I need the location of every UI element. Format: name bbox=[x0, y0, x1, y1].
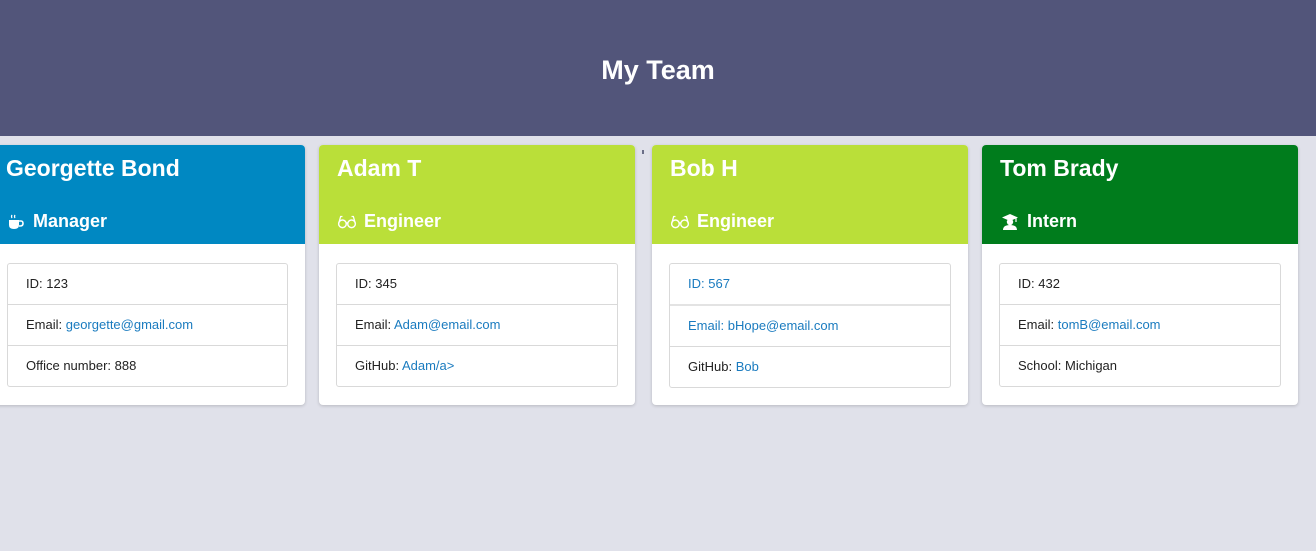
github-row: GitHub: Adam/a> bbox=[337, 346, 617, 386]
email-row: Email: georgette@gmail.com bbox=[8, 305, 287, 346]
employee-card-engineer: Bob H Engineer ID: 567 Email: bHope@emai… bbox=[652, 145, 968, 405]
email-link[interactable]: Adam@email.com bbox=[394, 317, 500, 332]
employee-role: Intern bbox=[1000, 211, 1077, 232]
id-row: ID: 567 bbox=[670, 264, 950, 306]
office-number-row: Office number: 888 bbox=[8, 346, 287, 386]
page-header: My Team bbox=[0, 0, 1316, 136]
employee-card-intern: Tom Brady Intern ID: 432 Email: tomB@ema… bbox=[982, 145, 1298, 405]
card-header: Adam T Engineer bbox=[319, 145, 635, 244]
role-label: Intern bbox=[1027, 211, 1078, 231]
employee-role: Engineer bbox=[670, 211, 774, 232]
info-list: ID: 345 Email: Adam@email.com GitHub: Ad… bbox=[336, 263, 618, 387]
email-link[interactable]: tomB@email.com bbox=[1058, 317, 1161, 332]
email-link[interactable]: bHope@email.com bbox=[728, 318, 839, 333]
role-label: Engineer bbox=[364, 211, 442, 231]
github-row: GitHub: Bob bbox=[670, 347, 950, 387]
email-link[interactable]: georgette@gmail.com bbox=[66, 317, 193, 332]
card-header: Georgette Bond Manager bbox=[0, 145, 305, 244]
info-list: ID: 432 Email: tomB@email.com School: Mi… bbox=[999, 263, 1281, 387]
id-row: ID: 432 bbox=[1000, 264, 1280, 305]
info-list: ID: 567 Email: bHope@email.com GitHub: B… bbox=[669, 263, 951, 388]
card-header: Bob H Engineer bbox=[652, 145, 968, 244]
email-row: Email: bHope@email.com bbox=[670, 306, 950, 347]
employee-role: Manager bbox=[6, 211, 107, 232]
github-link[interactable]: Adam/a> bbox=[402, 358, 454, 373]
employee-role: Engineer bbox=[337, 211, 441, 232]
id-label: ID: bbox=[1018, 276, 1039, 291]
school-value: Michigan bbox=[1064, 358, 1118, 373]
employee-name: Bob H bbox=[670, 155, 738, 181]
id-row: ID: 345 bbox=[337, 264, 617, 305]
github-label: GitHub: bbox=[688, 359, 736, 374]
employee-card-engineer: Adam T Engineer ID: 345 Email: Adam@emai… bbox=[319, 145, 635, 405]
email-label: Email: bbox=[26, 317, 66, 332]
role-label: Manager bbox=[33, 211, 108, 231]
role-label: Engineer bbox=[697, 211, 775, 231]
email-row: Email: tomB@email.com bbox=[1000, 305, 1280, 346]
email-row: Email: Adam@email.com bbox=[337, 305, 617, 346]
id-row: ID: 123 bbox=[8, 264, 287, 305]
id-value: 345 bbox=[375, 276, 397, 291]
id-value: 123 bbox=[46, 276, 68, 291]
id-value: 567 bbox=[708, 276, 730, 291]
coffee-cup-icon bbox=[6, 213, 26, 231]
school-row: School: Michigan bbox=[1000, 346, 1280, 386]
card-header: Tom Brady Intern bbox=[982, 145, 1298, 244]
id-label: ID: bbox=[26, 276, 47, 291]
office-number-value: 888 bbox=[114, 358, 137, 373]
employee-card-manager: Georgette Bond Manager ID: 123 Email: ge… bbox=[0, 145, 305, 405]
id-label: ID: bbox=[355, 276, 376, 291]
id-value: 432 bbox=[1038, 276, 1060, 291]
employee-name: Georgette Bond bbox=[6, 155, 180, 181]
employee-name: Tom Brady bbox=[1000, 155, 1119, 181]
info-list: ID: 123 Email: georgette@gmail.com Offic… bbox=[7, 263, 288, 387]
page-title: My Team bbox=[601, 54, 715, 85]
github-link[interactable]: Bob bbox=[736, 359, 759, 374]
glasses-icon bbox=[670, 213, 690, 231]
glasses-icon bbox=[337, 213, 357, 231]
github-label: GitHub: bbox=[355, 358, 402, 373]
graduate-icon bbox=[1000, 213, 1020, 231]
employee-name: Adam T bbox=[337, 155, 422, 181]
email-label: Email: bbox=[1018, 317, 1058, 332]
id-label: ID: bbox=[688, 276, 709, 291]
school-label: School: bbox=[1018, 358, 1065, 373]
stray-mark bbox=[642, 150, 644, 154]
email-label: Email: bbox=[355, 317, 395, 332]
office-number-label: Office number: bbox=[26, 358, 115, 373]
email-label: Email: bbox=[688, 318, 728, 333]
